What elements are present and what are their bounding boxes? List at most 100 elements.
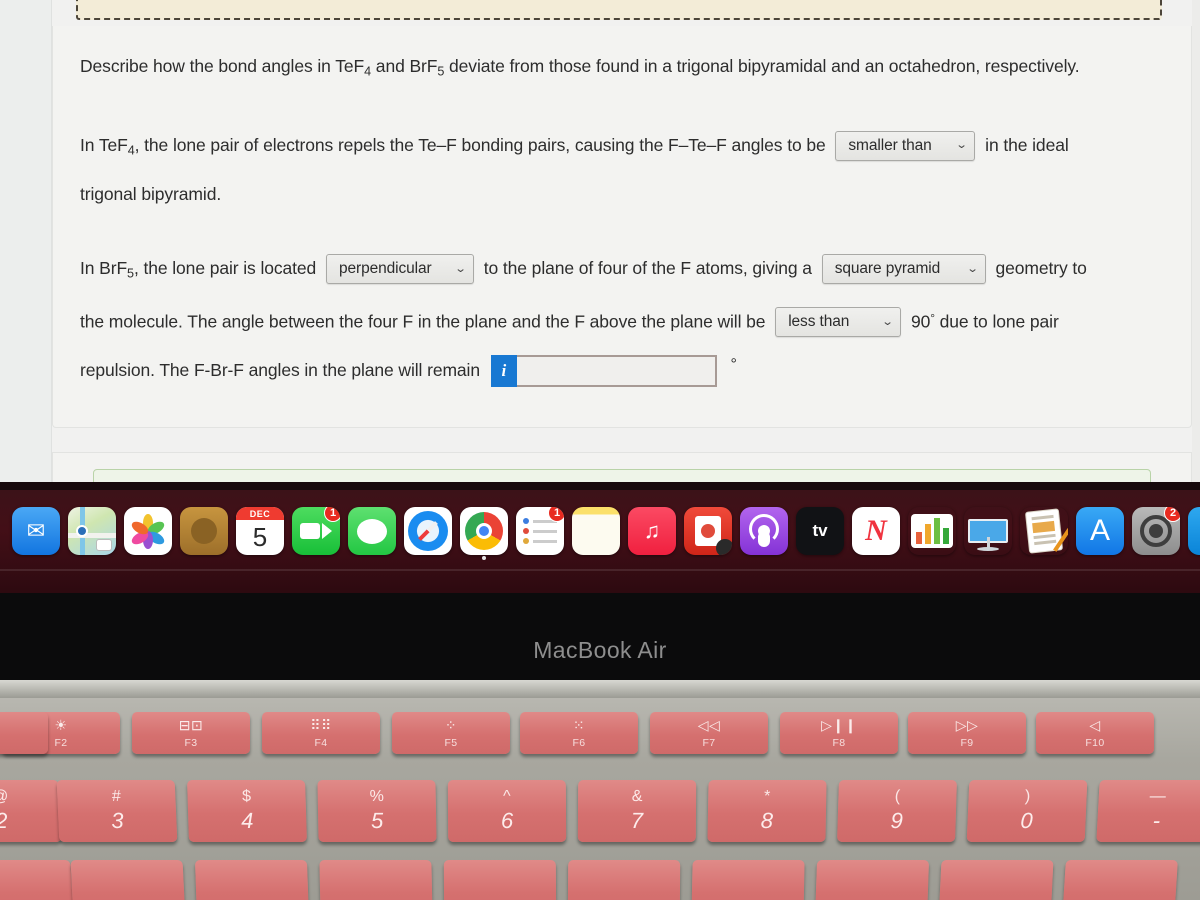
key-5[interactable]: % 5: [317, 780, 437, 842]
key-f6-label: F6: [572, 736, 586, 749]
dock-item-facetime[interactable]: 1: [288, 500, 344, 562]
dock-item-photos[interactable]: [120, 500, 176, 562]
key-0-shifted: ): [1024, 788, 1031, 805]
dock-item-podcasts[interactable]: [736, 500, 792, 562]
key-f4-glyph: ⠿⠿: [310, 716, 332, 733]
pages-icon[interactable]: [1020, 507, 1068, 555]
key-f6[interactable]: ⁙ F6: [520, 712, 638, 754]
skype-icon[interactable]: S: [1188, 507, 1200, 555]
key-6[interactable]: ^ 6: [447, 780, 567, 842]
dropdown-lone-pair-orientation-value: perpendicular: [338, 260, 432, 278]
key-f9[interactable]: ▷▷ F9: [908, 712, 1026, 754]
apple-tv-icon[interactable]: tv: [796, 507, 844, 555]
app-store-icon[interactable]: A: [1076, 507, 1124, 555]
messages-icon[interactable]: [348, 507, 396, 555]
key-letter-row-2[interactable]: [70, 860, 186, 900]
key-f8[interactable]: ▷❙❙ F8: [780, 712, 898, 754]
mail-icon[interactable]: ✉: [12, 507, 60, 555]
podcasts-icon[interactable]: [740, 507, 788, 555]
dock-item-mail[interactable]: ✉: [8, 500, 64, 562]
key-letter-row-1[interactable]: [0, 860, 74, 900]
dock-item-apple-tv[interactable]: tv: [792, 500, 848, 562]
chrome-icon[interactable]: [460, 507, 508, 555]
key-0-base: 0: [1019, 808, 1034, 833]
news-icon[interactable]: N: [852, 507, 900, 555]
laptop-chin: MacBook Air: [0, 593, 1200, 680]
dock-item-numbers[interactable]: [904, 500, 960, 562]
dock-item-safari[interactable]: [400, 500, 456, 562]
dropdown-lone-pair-orientation[interactable]: perpendicular ⌄: [325, 254, 474, 285]
key-f9-glyph: ▷▷: [955, 716, 979, 733]
dock-item-skype[interactable]: S: [1184, 500, 1200, 562]
keynote-icon[interactable]: [964, 507, 1012, 555]
key-f7[interactable]: ◁◁ F7: [650, 712, 768, 754]
dropdown-tef4-angle[interactable]: smaller than ⌄: [835, 130, 976, 161]
numbers-icon[interactable]: [908, 507, 956, 555]
facetime-icon[interactable]: 1: [292, 507, 340, 555]
dock-item-pages[interactable]: [1016, 500, 1072, 562]
dock-item-messages[interactable]: [344, 500, 400, 562]
dock-item-app-store[interactable]: A: [1072, 500, 1128, 562]
system-settings-icon[interactable]: 2: [1132, 507, 1180, 555]
key-letter-row-6[interactable]: [567, 860, 681, 900]
key-3[interactable]: #3: [56, 780, 178, 842]
key-letter-row-8[interactable]: [814, 860, 930, 900]
key-letter-row-4[interactable]: [319, 860, 433, 900]
dock-item-maps[interactable]: [64, 500, 120, 562]
info-icon[interactable]: i: [490, 355, 517, 388]
next-question-highlight: [93, 469, 1151, 482]
key-2[interactable]: @2: [0, 780, 62, 842]
key-7[interactable]: & 7: [577, 780, 697, 842]
angle-answer-input[interactable]: [516, 355, 717, 388]
dock-item-contacts[interactable]: [176, 500, 232, 562]
notes-icon[interactable]: [572, 507, 620, 555]
key-letter-row-3[interactable]: [194, 860, 310, 900]
page-gutter-left: [0, 0, 52, 482]
p2-text-f: 90: [910, 310, 931, 331]
degree-symbol-after-input: °: [730, 355, 737, 373]
dropdown-molecular-geometry[interactable]: square pyramid ⌄: [821, 254, 986, 285]
dock-item-system-settings[interactable]: 2: [1128, 500, 1184, 562]
key-f2-label: F2: [54, 736, 68, 749]
dropdown-angle-comparison[interactable]: less than ⌄: [775, 307, 902, 338]
key-f1-partial[interactable]: [0, 712, 48, 754]
photo-booth-icon[interactable]: [684, 507, 732, 555]
calendar-icon[interactable]: DEC 5: [236, 507, 284, 555]
music-icon[interactable]: ♫: [628, 507, 676, 555]
prompt-text-1: Describe how the bond angles in TeF: [80, 56, 365, 76]
safari-icon[interactable]: [404, 507, 452, 555]
dock-item-keynote[interactable]: [960, 500, 1016, 562]
key-2-base: 2: [0, 808, 9, 833]
question-prompt: Describe how the bond angles in TeF4 and…: [80, 52, 1080, 87]
key-letter-row-7[interactable]: [691, 860, 805, 900]
key-9[interactable]: (9: [837, 780, 957, 842]
key-0[interactable]: ) 0: [966, 780, 1088, 842]
maps-icon[interactable]: [68, 507, 116, 555]
dock-item-photo-booth[interactable]: [680, 500, 736, 562]
key-f6-glyph: ⁙: [572, 716, 586, 733]
dock-item-notes[interactable]: [568, 500, 624, 562]
key-8[interactable]: * 8: [707, 780, 827, 842]
key-f3[interactable]: ⊟⊡ F3: [132, 712, 250, 754]
key-f10[interactable]: ◁ F10: [1036, 712, 1154, 754]
photos-icon[interactable]: [124, 507, 172, 555]
key-f5-label: F5: [444, 736, 458, 749]
dock-item-news[interactable]: N: [848, 500, 904, 562]
p1-text-b: , the lone pair of electrons repels the …: [134, 134, 826, 155]
dock-item-music[interactable]: ♫: [624, 500, 680, 562]
laptop-screen-content: Describe how the bond angles in TeF4 and…: [0, 0, 1200, 482]
dock-item-chrome[interactable]: [456, 500, 512, 562]
reminders-icon[interactable]: 1: [516, 507, 564, 555]
key-f4[interactable]: ⠿⠿ F4: [262, 712, 380, 754]
contacts-icon[interactable]: [180, 507, 228, 555]
key-letter-row-10[interactable]: [1062, 860, 1178, 900]
key-f5[interactable]: ⁘ F5: [392, 712, 510, 754]
dock-item-reminders[interactable]: 1: [512, 500, 568, 562]
key-letter-row-5[interactable]: [443, 860, 557, 900]
key-4[interactable]: $4: [187, 780, 307, 842]
key-letter-row-9[interactable]: [938, 860, 1054, 900]
key--[interactable]: — -: [1096, 780, 1200, 842]
dock-item-calendar[interactable]: DEC 5: [232, 500, 288, 562]
key-8-shifted: *: [763, 788, 771, 805]
p2-text-a: In BrF: [80, 258, 128, 279]
